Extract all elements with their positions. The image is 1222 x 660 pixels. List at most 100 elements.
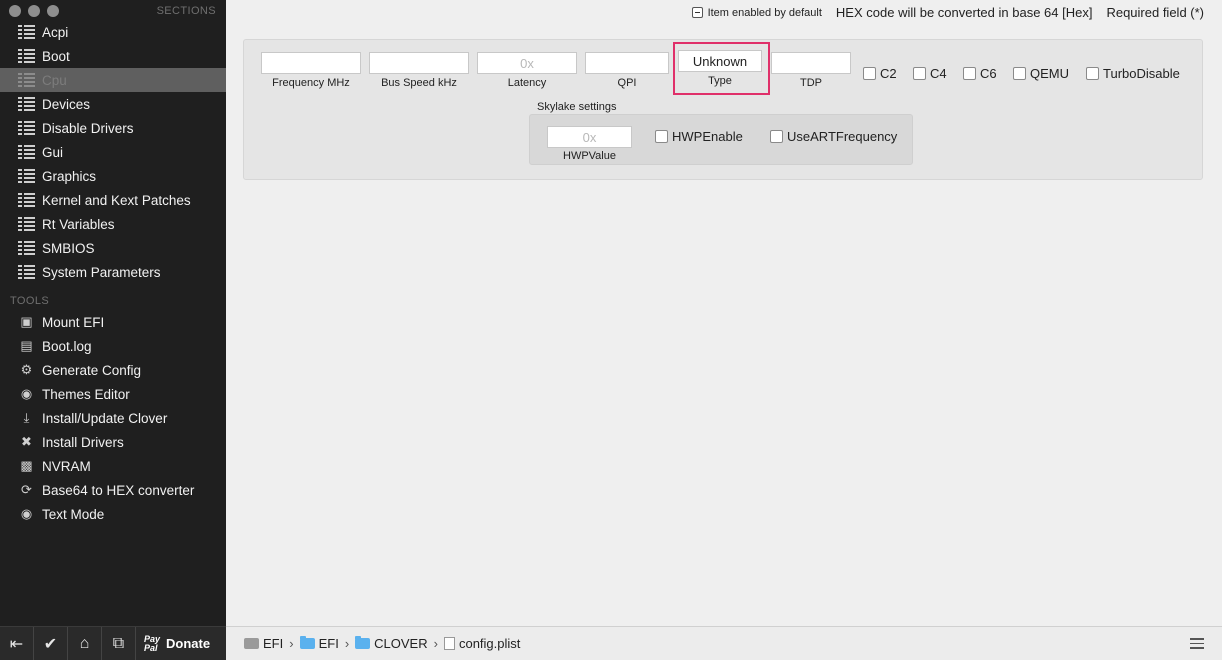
tool-generate-config[interactable]: ⚙ Generate Config: [0, 358, 226, 382]
checkbox-box[interactable]: [1086, 67, 1099, 80]
refresh-icon: ⟳: [21, 482, 32, 497]
tool-label: Base64 to HEX converter: [42, 482, 195, 498]
tool-install-update-clover[interactable]: ⤓ Install/Update Clover: [0, 406, 226, 430]
sidebar-item-disable-drivers[interactable]: Disable Drivers: [0, 116, 226, 140]
c4-checkbox[interactable]: C4: [913, 66, 947, 81]
list-icon: [18, 241, 35, 256]
sidebar-item-boot[interactable]: Boot: [0, 44, 226, 68]
sidebar-item-system-parameters[interactable]: System Parameters: [0, 260, 226, 284]
path-crumb-efi-folder[interactable]: EFI: [299, 636, 339, 651]
home-button[interactable]: ⌂: [68, 626, 102, 660]
list-icon: [18, 73, 35, 88]
donate-button[interactable]: Pay Pal Donate: [136, 634, 211, 653]
sidebar-item-kernel-kext-patches[interactable]: Kernel and Kext Patches: [0, 188, 226, 212]
close-window-button[interactable]: [9, 5, 21, 17]
share-icon: ⧉: [112, 634, 125, 652]
tool-themes-editor[interactable]: ◉ Themes Editor: [0, 382, 226, 406]
hex-note: HEX code will be converted in base 64 [H…: [835, 5, 1093, 20]
turbo-disable-checkbox[interactable]: TurboDisable: [1086, 66, 1180, 81]
c6-checkbox[interactable]: C6: [963, 66, 997, 81]
import-icon: ⇤: [9, 635, 24, 653]
qpi-field: QPI: [585, 52, 669, 89]
sidebar-item-gui[interactable]: Gui: [0, 140, 226, 164]
check-button[interactable]: ✔: [34, 626, 68, 660]
hamburger-menu-icon[interactable]: [1190, 638, 1204, 652]
chevron-right-icon: ›: [344, 636, 350, 651]
hwpvalue-field: HWPValue: [547, 126, 632, 162]
sidebar-item-devices[interactable]: Devices: [0, 92, 226, 116]
sidebar-item-label: Acpi: [42, 24, 69, 40]
tools-nav: ▣ Mount EFI ▤ Boot.log ⚙ Generate Config…: [0, 310, 226, 526]
sidebar-item-graphics[interactable]: Graphics: [0, 164, 226, 188]
tool-nvram[interactable]: ▩ NVRAM: [0, 454, 226, 478]
tool-label: Boot.log: [42, 338, 92, 354]
checkbox-box[interactable]: [770, 130, 783, 143]
checkbox-box[interactable]: [863, 67, 876, 80]
latency-input[interactable]: [477, 52, 577, 74]
tdp-input[interactable]: [771, 52, 851, 74]
palette-icon: ◉: [20, 386, 33, 401]
sidebar-bottom-toolbar: ⇤ ✔ ⌂ ⧉ Pay Pal Donate: [0, 626, 226, 660]
bus-speed-label: Bus Speed kHz: [381, 77, 457, 89]
list-icon: [18, 121, 35, 136]
folder-icon: [299, 636, 315, 649]
sidebar-item-label: System Parameters: [42, 264, 161, 280]
list-icon: [18, 49, 35, 64]
hwpvalue-input[interactable]: [547, 126, 632, 148]
path-crumb-efi-volume[interactable]: EFI: [244, 636, 283, 651]
file-icon: [443, 637, 455, 650]
tool-mount-efi[interactable]: ▣ Mount EFI: [0, 310, 226, 334]
hwpvalue-label: HWPValue: [563, 150, 616, 162]
checkbox-label: C4: [930, 66, 947, 81]
frequency-field: Frequency MHz: [261, 52, 361, 89]
list-icon: [18, 25, 35, 40]
sidebar-item-rt-variables[interactable]: Rt Variables: [0, 212, 226, 236]
checkbox-label: UseARTFrequency: [787, 129, 898, 144]
checkbox-label: TurboDisable: [1103, 66, 1180, 81]
list-icon: [18, 97, 35, 112]
zoom-window-button[interactable]: [47, 5, 59, 17]
donate-label: Donate: [166, 636, 211, 651]
sidebar-item-label: Gui: [42, 144, 64, 160]
checkbox-box[interactable]: [913, 67, 926, 80]
frequency-input[interactable]: [261, 52, 361, 74]
crumb-label: CLOVER: [374, 636, 428, 651]
type-label: Type: [708, 75, 732, 87]
path-crumb-clover[interactable]: CLOVER: [355, 636, 428, 651]
sections-nav: Acpi Boot Cpu Devices Disable Drivers Gu…: [0, 20, 226, 284]
tool-label: Text Mode: [42, 506, 105, 522]
bus-speed-input[interactable]: [369, 52, 469, 74]
useartfrequency-checkbox[interactable]: UseARTFrequency: [770, 129, 897, 144]
qpi-label: QPI: [617, 77, 637, 89]
tool-boot-log[interactable]: ▤ Boot.log: [0, 334, 226, 358]
sidebar-item-label: Rt Variables: [42, 216, 115, 232]
tool-base64-hex-converter[interactable]: ⟳ Base64 to HEX converter: [0, 478, 226, 502]
path-crumb-config-plist[interactable]: config.plist: [443, 636, 521, 651]
tool-text-mode[interactable]: ◉ Text Mode: [0, 502, 226, 526]
cpu-settings-panel: Frequency MHz Bus Speed kHz Latency QPI …: [243, 39, 1203, 180]
tools-header: TOOLS: [10, 295, 50, 307]
latency-field: Latency: [477, 52, 577, 89]
sidebar-item-label: Boot: [42, 48, 70, 64]
share-button[interactable]: ⧉: [102, 626, 136, 660]
legend-label: Item enabled by default: [707, 6, 822, 19]
hwpenable-checkbox[interactable]: HWPEnable: [655, 129, 743, 144]
type-input[interactable]: [678, 50, 762, 72]
main-content: Item enabled by default HEX code will be…: [226, 0, 1222, 626]
sidebar-item-smbios[interactable]: SMBIOS: [0, 236, 226, 260]
sidebar-item-label: SMBIOS: [42, 240, 95, 256]
tool-install-drivers[interactable]: ✖ Install Drivers: [0, 430, 226, 454]
sidebar-item-cpu[interactable]: Cpu: [0, 68, 226, 92]
qemu-checkbox[interactable]: QEMU: [1013, 66, 1069, 81]
checkbox-label: QEMU: [1030, 66, 1069, 81]
skylake-settings-title: Skylake settings: [537, 101, 617, 113]
minimize-window-button[interactable]: [28, 5, 40, 17]
crumb-label: config.plist: [458, 636, 521, 651]
qpi-input[interactable]: [585, 52, 669, 74]
checkbox-box[interactable]: [963, 67, 976, 80]
checkbox-box[interactable]: [1013, 67, 1026, 80]
checkbox-box[interactable]: [655, 130, 668, 143]
sidebar-item-acpi[interactable]: Acpi: [0, 20, 226, 44]
c2-checkbox[interactable]: C2: [863, 66, 897, 81]
import-button[interactable]: ⇤: [0, 626, 34, 660]
